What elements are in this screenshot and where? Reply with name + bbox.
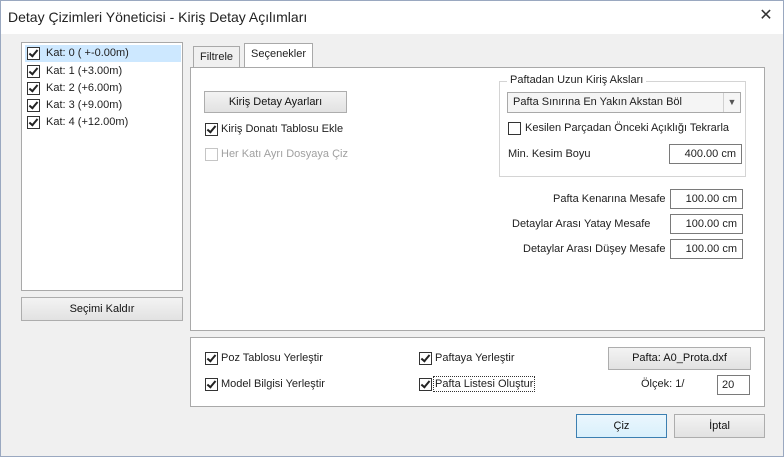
tab-options[interactable]: Seçenekler xyxy=(244,43,314,68)
repeat-span-checkbox[interactable] xyxy=(508,122,521,135)
output-options-panel: Poz Tablosu Yerleştir Model Bilgisi Yerl… xyxy=(190,337,765,407)
dialog-window: Detay Çizimleri Yöneticisi - Kiriş Detay… xyxy=(0,0,784,457)
floor-label: Kat: 2 (+6.00m) xyxy=(46,82,123,94)
create-sheet-list-label: Pafta Listesi Oluştur xyxy=(432,376,536,392)
add-rebar-table-checkbox[interactable] xyxy=(205,123,218,136)
sheet-margin-field[interactable]: 100.00 cm xyxy=(670,189,743,209)
list-item[interactable]: Kat: 4 (+12.00m) xyxy=(25,114,181,131)
window-title: Detay Çizimleri Yöneticisi - Kiriş Detay… xyxy=(8,9,308,25)
long-beams-group-title: Paftadan Uzun Kiriş Aksları xyxy=(507,74,647,86)
list-item[interactable]: Kat: 1 (+3.00m) xyxy=(25,63,181,80)
place-model-info-checkbox[interactable] xyxy=(205,378,218,391)
list-item[interactable]: Kat: 0 ( +-0.00m) xyxy=(25,45,181,62)
tab-filter[interactable]: Filtrele xyxy=(193,46,241,69)
scale-label: Ölçek: 1/ xyxy=(641,378,685,390)
title-bar: Detay Çizimleri Yöneticisi - Kiriş Detay… xyxy=(1,1,783,34)
draw-button[interactable]: Çiz xyxy=(576,414,667,438)
floor-label: Kat: 1 (+3.00m) xyxy=(46,65,123,77)
place-pos-table-checkbox[interactable] xyxy=(205,352,218,365)
floor-checkbox[interactable] xyxy=(27,116,40,129)
vertical-gap-field[interactable]: 100.00 cm xyxy=(670,239,743,259)
list-item[interactable]: Kat: 2 (+6.00m) xyxy=(25,80,181,97)
place-pos-table-label: Poz Tablosu Yerleştir xyxy=(221,352,323,364)
long-beams-group: Paftadan Uzun Kiriş Aksları Pafta Sınırı… xyxy=(499,74,746,177)
horizontal-gap-label: Detaylar Arası Yatay Mesafe xyxy=(512,218,651,230)
sheet-file-button[interactable]: Pafta: A0_Prota.dxf xyxy=(608,347,751,370)
min-cut-length-field[interactable]: 400.00 cm xyxy=(669,144,742,164)
sheet-margin-label: Pafta Kenarına Mesafe xyxy=(553,193,666,205)
separate-files-checkbox[interactable] xyxy=(205,148,218,161)
floor-label: Kat: 3 (+9.00m) xyxy=(46,99,123,111)
create-sheet-list-checkbox[interactable] xyxy=(419,378,432,391)
vertical-gap-label: Detaylar Arası Düşey Mesafe xyxy=(523,243,666,255)
split-mode-select[interactable]: Pafta Sınırına En Yakın Akstan Böl ▼ xyxy=(507,92,741,113)
horizontal-gap-field[interactable]: 100.00 cm xyxy=(670,214,743,234)
scale-field[interactable]: 20 xyxy=(717,375,750,395)
repeat-span-label: Kesilen Parçadan Önceki Açıklığı Tekrarl… xyxy=(525,122,730,134)
cancel-button[interactable]: İptal xyxy=(674,414,765,438)
options-tab-page: Kiriş Detay Ayarları Kiriş Donatı Tablos… xyxy=(190,67,765,331)
place-on-sheet-checkbox[interactable] xyxy=(419,352,432,365)
add-rebar-table-label: Kiriş Donatı Tablosu Ekle xyxy=(221,123,344,135)
floor-checkbox[interactable] xyxy=(27,47,40,60)
floor-checkbox[interactable] xyxy=(27,65,40,78)
separate-files-label: Her Katı Ayrı Dosyaya Çiz xyxy=(221,148,348,160)
min-cut-length-label: Min. Kesim Boyu xyxy=(508,148,591,160)
place-on-sheet-label: Paftaya Yerleştir xyxy=(435,352,515,364)
split-mode-value: Pafta Sınırına En Yakın Akstan Böl xyxy=(513,96,682,108)
floor-label: Kat: 4 (+12.00m) xyxy=(46,116,129,128)
floor-list[interactable]: Kat: 0 ( +-0.00m) Kat: 1 (+3.00m) Kat: 2… xyxy=(21,42,183,291)
floor-checkbox[interactable] xyxy=(27,99,40,112)
close-icon[interactable]: ✕ xyxy=(755,6,777,26)
floor-checkbox[interactable] xyxy=(27,82,40,95)
floor-label: Kat: 0 ( +-0.00m) xyxy=(46,47,129,59)
beam-settings-button[interactable]: Kiriş Detay Ayarları xyxy=(204,91,347,113)
list-item[interactable]: Kat: 3 (+9.00m) xyxy=(25,97,181,114)
chevron-down-icon[interactable]: ▼ xyxy=(723,93,740,112)
clear-selection-button[interactable]: Seçimi Kaldır xyxy=(21,297,183,321)
place-model-info-label: Model Bilgisi Yerleştir xyxy=(221,378,325,390)
